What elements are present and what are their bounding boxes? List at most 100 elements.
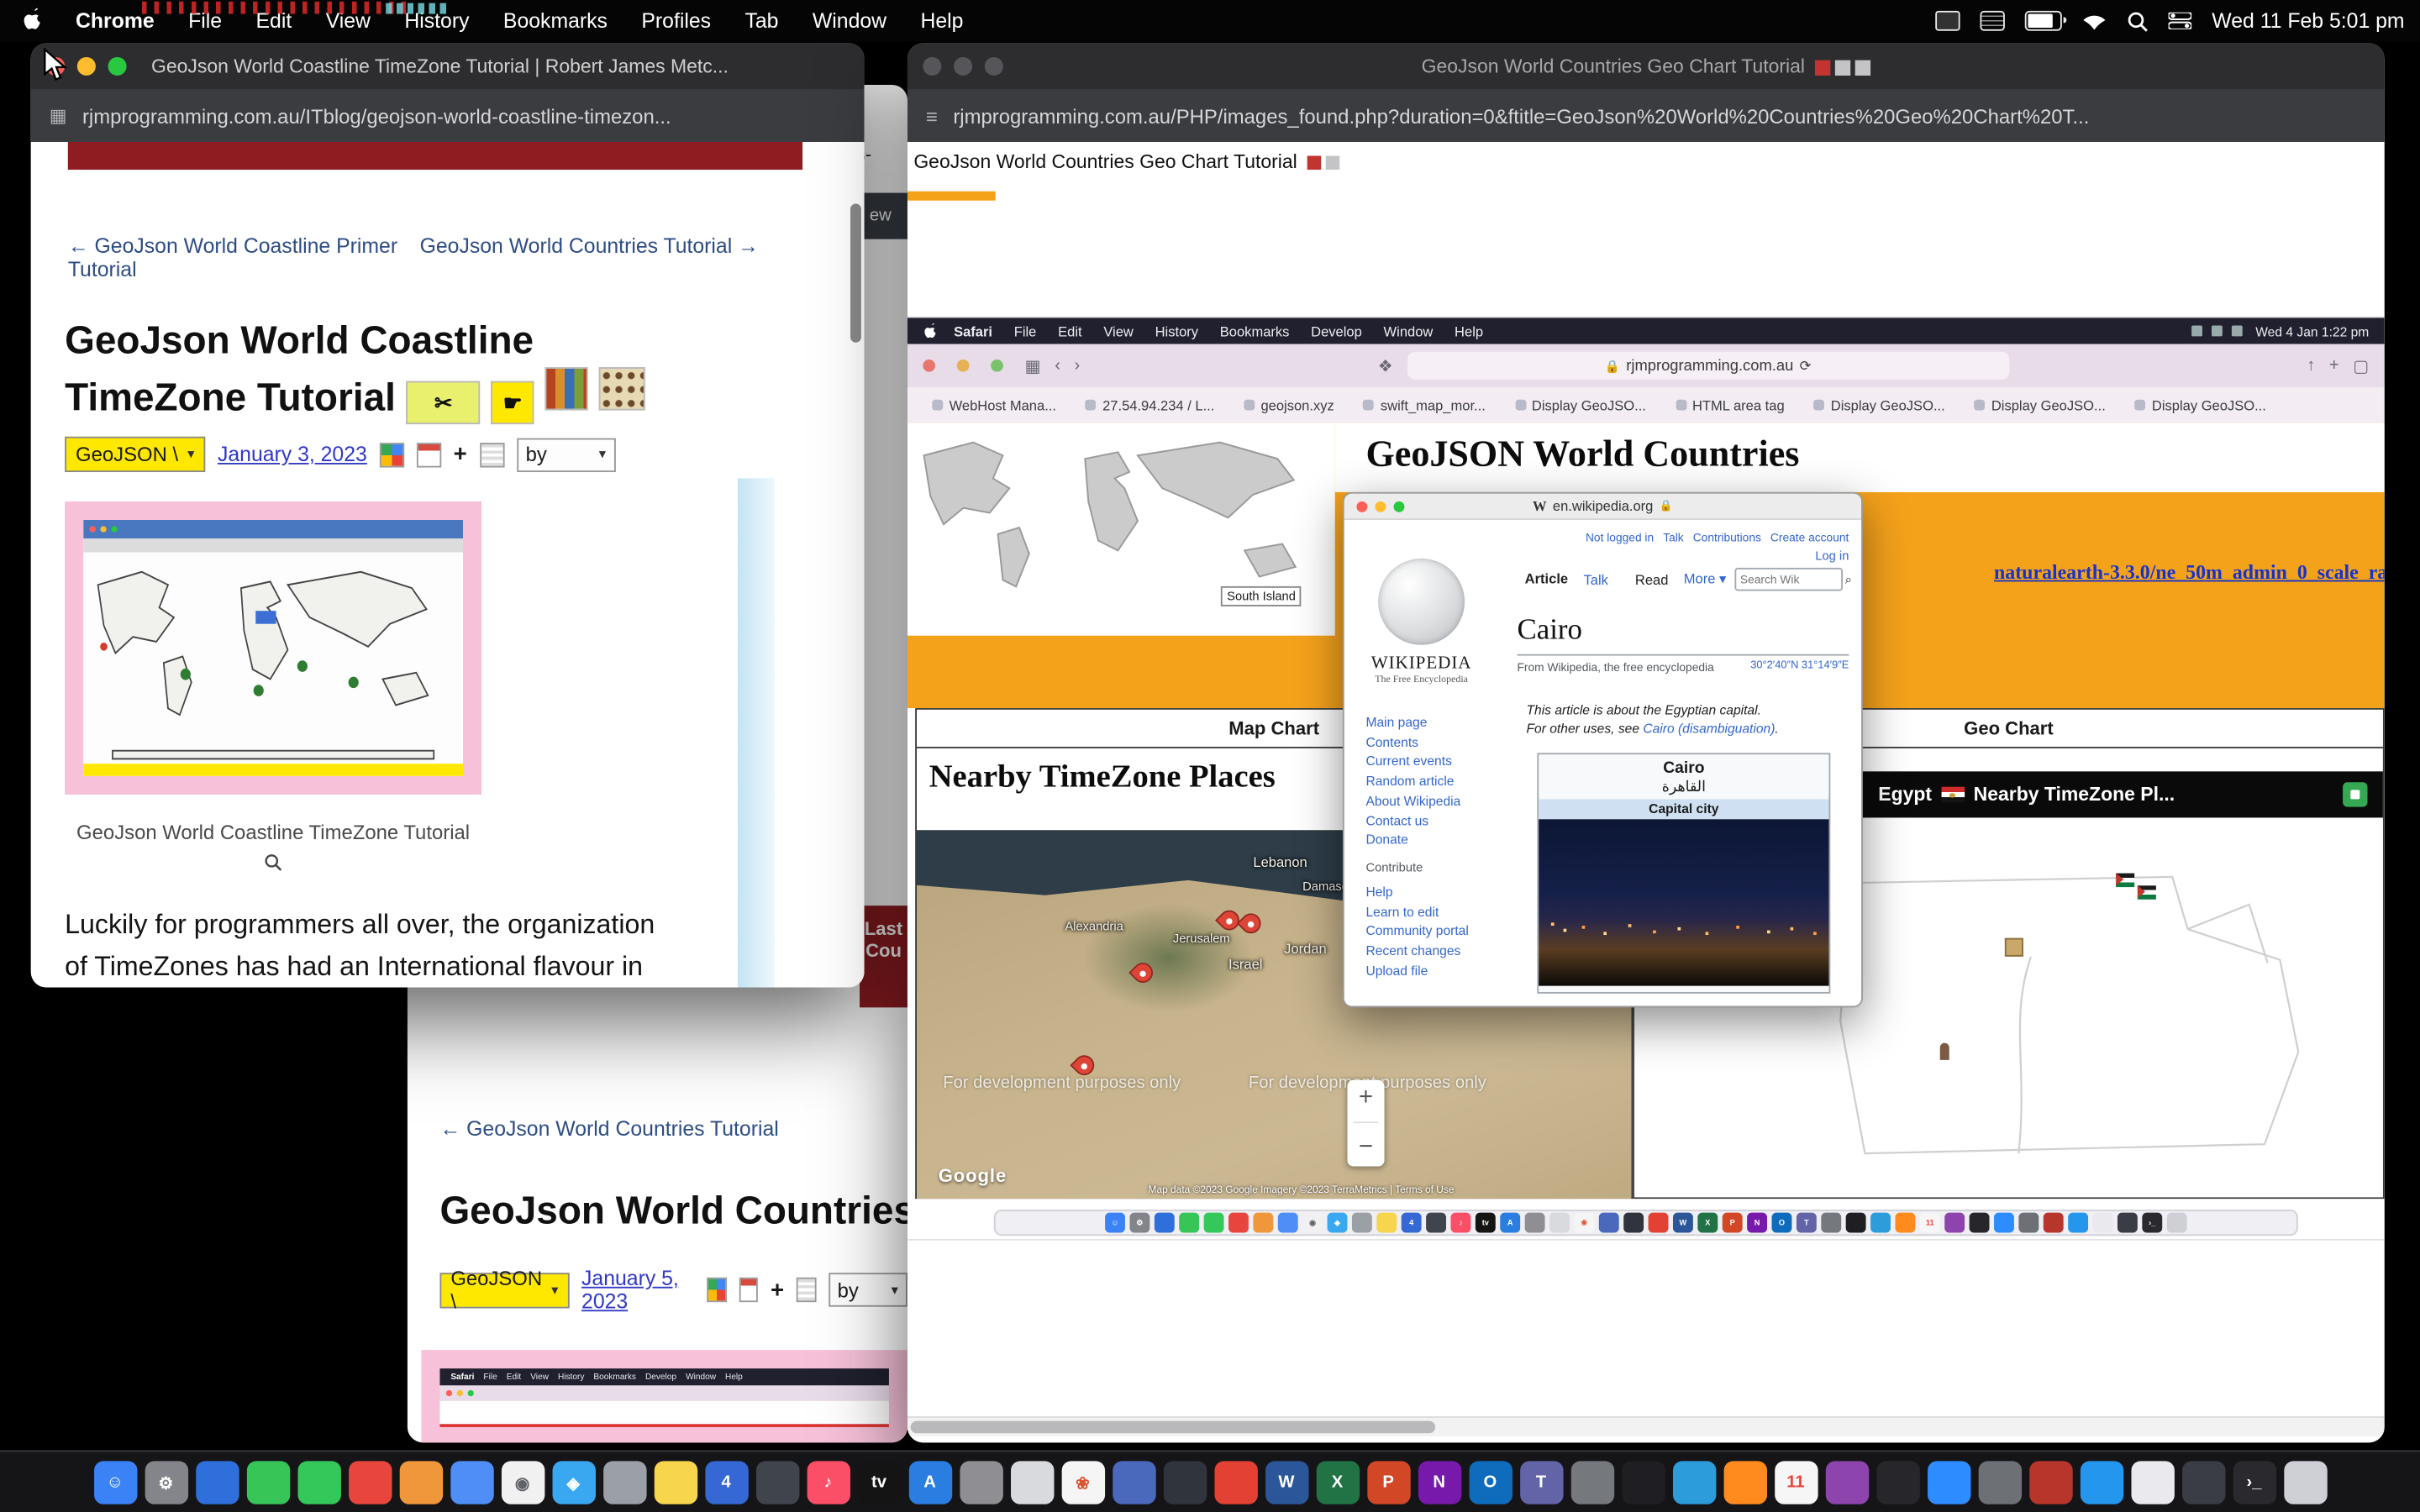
geo-marker-icon[interactable] [2005,938,2023,957]
wiki-nav-link[interactable]: About Wikipedia [1365,791,1460,811]
battery-icon[interactable] [2025,11,2062,31]
app[interactable] [2131,1461,2174,1504]
notes[interactable] [654,1461,697,1504]
trash[interactable] [2283,1461,2326,1504]
promo-box-fragment[interactable]: Last Cou [860,906,908,1007]
minimize-button[interactable] [77,57,96,76]
wiki-nav-link[interactable]: Main page [1365,713,1460,732]
wiki-nav-link[interactable]: Upload file [1365,961,1468,980]
url-text[interactable]: rjmprogramming.com.au/ITblog/geojson-wor… [82,104,671,128]
wiki-user-link[interactable]: Talk [1663,531,1684,545]
app[interactable] [1214,1461,1257,1504]
word[interactable]: W [1265,1461,1307,1504]
messages[interactable] [246,1461,289,1504]
tab-more[interactable]: More ▾ [1676,571,1734,588]
zoom-out-button[interactable]: − [1359,1134,1373,1162]
chart-icon[interactable] [380,442,404,466]
books-icon[interactable] [545,367,588,410]
prev-post-link[interactable]: ← GeoJson World Countries Tutorial [439,1117,778,1141]
system-settings[interactable]: ⚙ [145,1461,187,1504]
finder[interactable]: ☺ [93,1461,136,1504]
expand-plus[interactable]: + [454,441,467,467]
post-date-link[interactable]: January 3, 2023 [218,443,367,466]
app[interactable] [1978,1461,2021,1504]
wikipedia-popup[interactable]: W en.wikipedia.org 🔒 Not logged in Talk Co… [1343,492,1863,1007]
popup-titlebar[interactable]: W en.wikipedia.org 🔒 [1344,494,1861,520]
app[interactable] [2028,1461,2071,1504]
zoom[interactable] [1927,1461,1970,1504]
window-titlebar[interactable]: GeoJson World Countries Geo Chart Tutori… [908,43,2385,89]
close-button[interactable] [1356,501,1367,512]
app-store[interactable]: A [908,1461,951,1504]
minimize-button[interactable] [1375,501,1386,512]
site-settings-icon[interactable]: ≡ [926,104,938,128]
tab-article[interactable]: Article [1517,571,1576,588]
spotlight-icon[interactable] [2127,10,2149,32]
terminal[interactable]: ›_ [2233,1461,2275,1504]
menu-item[interactable]: Window [796,9,904,33]
horizontal-scrollbar-thumb[interactable] [911,1421,1435,1434]
calendar[interactable]: 11 [1774,1461,1817,1504]
tab-search-icon[interactable]: ▦ [50,105,67,127]
powerpoint[interactable]: P [1366,1461,1409,1504]
app[interactable] [2181,1461,2224,1504]
music[interactable]: ♪ [807,1461,850,1504]
cairo-night-photo[interactable] [1539,819,1828,985]
app[interactable] [195,1461,238,1504]
wiki-nav-link[interactable]: Help [1365,883,1468,902]
menu-item[interactable]: Help [903,9,980,33]
app[interactable] [602,1461,645,1504]
wiki-nav-link[interactable]: Community portal [1365,921,1468,941]
zoom-button[interactable] [108,57,127,76]
teams[interactable]: T [1519,1461,1562,1504]
zoom-button[interactable] [1394,501,1405,512]
keyboard-icon[interactable] [1981,11,2005,31]
app[interactable] [450,1461,492,1504]
safari[interactable]: ◈ [552,1461,595,1504]
category-select[interactable]: GeoJSON \▾ [439,1272,569,1307]
tv[interactable]: tv [857,1461,900,1504]
disambiguation-link[interactable]: Cairo (disambiguation) [1643,721,1775,736]
coordinates-link[interactable]: 30°2′40″N 31°14′9″E [1750,660,1849,671]
post-date-link[interactable]: January 5, 2023 [581,1267,695,1313]
wikipedia-globe-logo[interactable] [1378,559,1465,645]
menu-clock[interactable]: Wed 11 Feb 5:01 pm [2212,9,2404,33]
window-titlebar[interactable]: GeoJson World Coastline TimeZone Tutoria… [31,43,865,89]
calendar-icon[interactable] [739,1278,758,1302]
post-image[interactable] [65,501,481,795]
journal-icon[interactable] [797,1278,816,1302]
app[interactable]: 4 [704,1461,747,1504]
chrome[interactable]: ◉ [501,1461,544,1504]
menu-item[interactable]: Tab [728,9,795,33]
app[interactable] [1010,1461,1053,1504]
chart-action-icon[interactable] [2343,782,2367,806]
geo-marker-icon[interactable] [2116,874,2134,888]
horizontal-scrollbar[interactable] [908,1416,2385,1436]
apple-menu[interactable] [0,7,59,34]
geo-marker-icon[interactable] [1940,1043,1949,1060]
wiki-nav-link[interactable]: Learn to edit [1365,902,1468,921]
scissors-swim-icon[interactable]: ✂ [407,381,481,424]
wifi-icon[interactable] [2082,12,2107,30]
coastline-tutorial-window[interactable]: GeoJson World Coastline TimeZone Tutoria… [31,43,865,987]
app[interactable] [399,1461,442,1504]
wiki-user-link[interactable]: Not logged in [1586,531,1654,545]
zoom-in-button[interactable]: + [1359,1084,1373,1112]
abacus-icon[interactable] [599,367,645,410]
by-select[interactable]: by▾ [517,438,616,471]
chart-icon[interactable] [707,1278,726,1302]
app[interactable] [755,1461,798,1504]
app[interactable] [1112,1461,1155,1504]
wiki-nav-link[interactable]: Current events [1365,752,1460,771]
app[interactable] [1570,1461,1613,1504]
photos[interactable]: ❀ [1061,1461,1104,1504]
wiki-search-input[interactable] [1734,568,1843,591]
url-text[interactable]: rjmprogramming.com.au/PHP/images_found.p… [953,104,2089,128]
control-center-icon[interactable] [2169,13,2192,29]
wiki-user-link[interactable]: Create account [1770,531,1849,545]
outlook[interactable]: O [1469,1461,1512,1504]
wiki-user-link[interactable]: Contributions [1693,531,1761,545]
geojson-source-link[interactable]: naturalearth-3.3.0/ne_50m_admin_0_scale_… [1994,560,2385,585]
wiki-nav-link[interactable]: Contact us [1365,811,1460,830]
search-icon[interactable]: ⌕ [1845,571,1852,586]
